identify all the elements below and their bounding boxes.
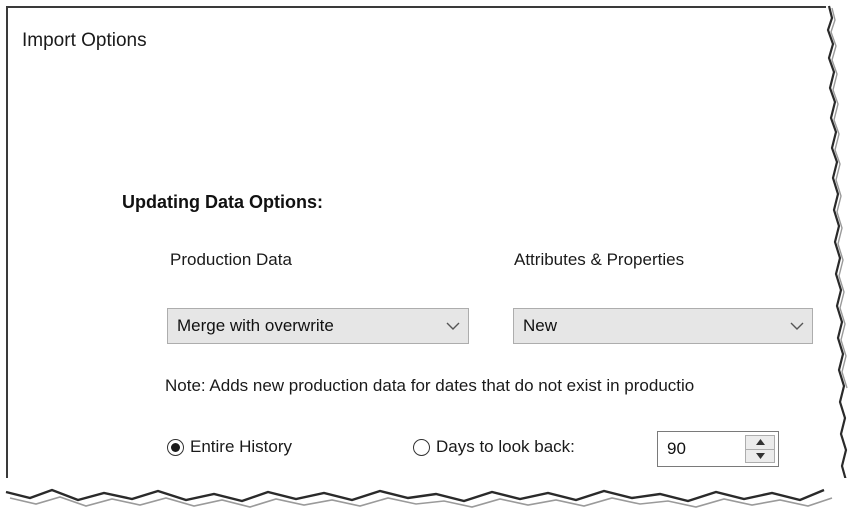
days-to-look-back-radio[interactable]: Days to look back: <box>413 437 575 457</box>
days-to-look-back-value[interactable]: 90 <box>658 439 745 459</box>
chevron-down-icon <box>782 309 812 343</box>
entire-history-label: Entire History <box>190 437 293 456</box>
triangle-up-icon[interactable] <box>746 436 774 449</box>
chevron-down-icon <box>438 309 468 343</box>
dialog-title: Import Options <box>22 30 147 51</box>
note-text: Note: Adds new production data for dates… <box>165 376 695 395</box>
days-to-look-back-label: Days to look back: <box>436 437 575 456</box>
import-options-dialog <box>6 6 830 496</box>
stepper-buttons <box>745 435 775 463</box>
torn-edge-bottom <box>0 478 848 518</box>
production-data-label: Production Data <box>170 250 292 269</box>
torn-edge-right <box>826 0 848 518</box>
days-to-look-back-stepper[interactable]: 90 <box>657 431 779 467</box>
attributes-properties-label: Attributes & Properties <box>514 250 685 269</box>
entire-history-radio[interactable]: Entire History <box>167 437 292 457</box>
updating-data-options-heading: Updating Data Options: <box>122 192 323 212</box>
radio-unselected-icon <box>413 438 430 456</box>
production-data-select[interactable]: Merge with overwrite <box>167 308 469 344</box>
attributes-properties-select[interactable]: New <box>513 308 813 344</box>
attributes-properties-select-value: New <box>523 316 558 335</box>
radio-selected-icon <box>167 438 184 456</box>
production-data-select-value: Merge with overwrite <box>177 316 334 335</box>
triangle-down-icon[interactable] <box>746 448 774 463</box>
